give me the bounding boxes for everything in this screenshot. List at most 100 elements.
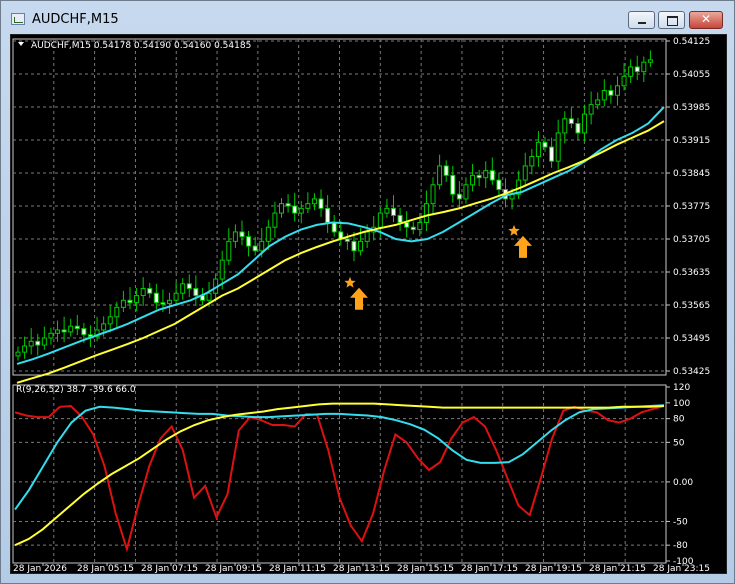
candle bbox=[384, 207, 390, 214]
candle bbox=[22, 345, 28, 353]
maximize-icon bbox=[667, 16, 678, 26]
chart-canvas[interactable]: 0.54125 0.54055 0.53985 0.53915 0.53845 0.537… bbox=[11, 35, 726, 574]
candle bbox=[107, 316, 113, 325]
candle bbox=[180, 283, 186, 294]
candle bbox=[140, 288, 146, 297]
y-tick-label: 0.53915 bbox=[673, 136, 710, 146]
candle bbox=[529, 156, 535, 167]
y-tick-label: 0.53845 bbox=[673, 169, 710, 179]
y-tick-label: 0.53425 bbox=[673, 367, 710, 377]
x-tick-label: 28 Jan 21:15 bbox=[589, 564, 646, 573]
candle bbox=[239, 231, 245, 238]
candle bbox=[568, 118, 574, 124]
time-axis: 28 Jan 2026 28 Jan 05:15 28 Jan 07:15 28 Ja… bbox=[13, 563, 710, 574]
candle bbox=[470, 174, 476, 186]
y-tick-label: 0.00 bbox=[673, 478, 693, 488]
candle bbox=[456, 193, 462, 200]
candle bbox=[318, 198, 324, 209]
candle bbox=[259, 240, 265, 252]
y-tick-label: -50 bbox=[673, 517, 688, 527]
candle bbox=[298, 207, 304, 214]
candle bbox=[595, 99, 601, 106]
candle bbox=[410, 226, 416, 231]
x-tick-label: 28 Jan 23:15 bbox=[653, 564, 710, 573]
candle bbox=[285, 203, 291, 207]
candle bbox=[450, 174, 456, 195]
candle bbox=[252, 245, 258, 252]
candle bbox=[351, 240, 357, 252]
candle bbox=[15, 351, 21, 357]
candle bbox=[292, 205, 298, 214]
x-tick-label: 28 Jan 13:15 bbox=[333, 564, 390, 573]
candle bbox=[423, 203, 429, 223]
candle bbox=[81, 328, 87, 336]
candle bbox=[134, 295, 140, 304]
candle bbox=[101, 323, 107, 331]
y-tick-label: 0.54055 bbox=[673, 70, 710, 80]
candle bbox=[404, 222, 410, 228]
minimize-icon bbox=[638, 22, 646, 24]
x-tick-label: 28 Jan 11:15 bbox=[269, 564, 326, 573]
y-tick-label: 120 bbox=[673, 383, 690, 393]
x-tick-label: 28 Jan 15:15 bbox=[397, 564, 454, 573]
candle bbox=[206, 292, 212, 301]
chart-area[interactable]: 0.54125 0.54055 0.53985 0.53915 0.53845 0.537… bbox=[10, 34, 727, 574]
candle bbox=[55, 329, 61, 334]
candle bbox=[272, 212, 278, 228]
y-tick-label: 0.54125 bbox=[673, 37, 710, 47]
candle bbox=[582, 113, 588, 134]
candle bbox=[28, 340, 34, 347]
candle bbox=[265, 226, 271, 242]
candle bbox=[647, 59, 653, 63]
star-icon bbox=[344, 276, 356, 288]
header-triangle-icon bbox=[18, 42, 24, 46]
candle bbox=[279, 203, 285, 214]
candle bbox=[35, 340, 41, 346]
candle bbox=[390, 207, 396, 216]
y-tick-label: 0.53565 bbox=[673, 301, 710, 311]
candle bbox=[173, 292, 179, 301]
candle bbox=[311, 198, 317, 205]
candle bbox=[575, 123, 581, 134]
indicator-header: R(9,26,52) 38.7 -39.6 66.0 bbox=[16, 385, 136, 395]
candle bbox=[41, 337, 47, 346]
candle bbox=[331, 222, 337, 233]
candle bbox=[634, 66, 640, 73]
candle bbox=[160, 302, 166, 305]
candle bbox=[430, 184, 436, 205]
candle bbox=[153, 292, 159, 304]
grid bbox=[12, 38, 667, 564]
star-icon bbox=[508, 224, 520, 236]
y-tick-label: 0.53705 bbox=[673, 235, 710, 245]
y-tick-label: 0.53635 bbox=[673, 268, 710, 278]
candle bbox=[397, 214, 403, 224]
maximize-button[interactable] bbox=[658, 11, 685, 29]
candle bbox=[641, 61, 647, 73]
chart-app-icon bbox=[11, 13, 25, 25]
candle bbox=[364, 231, 370, 242]
candle bbox=[483, 170, 489, 179]
title-bar[interactable]: AUDCHF,M15 ✕ bbox=[1, 1, 734, 37]
candle bbox=[68, 325, 74, 333]
candle bbox=[437, 165, 443, 186]
y-tick-label: -80 bbox=[673, 541, 688, 551]
y-tick-label: 0.53985 bbox=[673, 103, 710, 113]
candle bbox=[496, 179, 502, 190]
close-button[interactable]: ✕ bbox=[689, 11, 723, 29]
candle bbox=[614, 85, 620, 96]
y-tick-label: 50 bbox=[673, 438, 685, 448]
candle bbox=[232, 231, 238, 242]
buy-signal-1 bbox=[344, 276, 368, 310]
y-tick-label: 0.53775 bbox=[673, 202, 710, 212]
candle bbox=[549, 146, 555, 162]
up-arrow-icon bbox=[350, 287, 368, 310]
price-axis: 0.54125 0.54055 0.53985 0.53915 0.53845 0.537… bbox=[666, 37, 710, 567]
x-tick-label: 28 Jan 05:15 bbox=[77, 564, 134, 573]
x-tick-label: 28 Jan 17:15 bbox=[461, 564, 518, 573]
ma-slow-line bbox=[16, 120, 665, 384]
candle bbox=[443, 165, 449, 176]
minimize-button[interactable] bbox=[628, 11, 655, 29]
candle bbox=[608, 90, 614, 96]
candle bbox=[555, 132, 561, 162]
x-tick-label: 28 Jan 2026 bbox=[13, 564, 67, 573]
